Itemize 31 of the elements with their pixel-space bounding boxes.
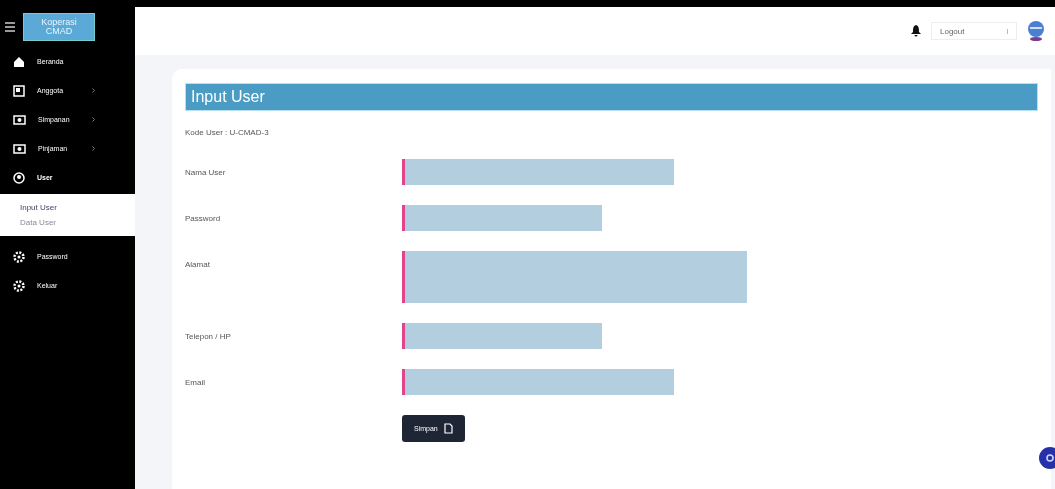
avatar-icon[interactable] — [1027, 20, 1045, 42]
user-dropdown[interactable]: Logout — [931, 22, 1017, 40]
field-label: Telepon / HP — [185, 331, 232, 341]
card-icon — [13, 84, 25, 97]
input-field[interactable] — [402, 369, 674, 395]
gear-icon — [13, 279, 25, 292]
field-label: Password — [185, 213, 222, 223]
home-icon — [13, 55, 25, 68]
submenu-item[interactable]: Data User — [0, 215, 135, 230]
input-field[interactable] — [402, 159, 674, 185]
field-label: Nama User — [185, 167, 227, 177]
menu-icon[interactable] — [5, 22, 15, 32]
chevron-icon — [92, 146, 95, 151]
user-icon — [13, 171, 25, 184]
user-code: Kode User : U-CMAD-3 — [185, 128, 270, 137]
caret-icon — [1007, 28, 1008, 34]
input-field[interactable] — [402, 205, 602, 231]
input-field[interactable] — [402, 251, 747, 303]
submenu-item[interactable]: Input User — [0, 200, 135, 215]
form-title: Input User — [185, 83, 1038, 111]
money-icon — [13, 142, 26, 155]
gear-icon — [13, 250, 25, 263]
money-icon — [13, 113, 26, 126]
input-field[interactable] — [402, 323, 602, 349]
chevron-icon — [92, 88, 95, 93]
file-icon — [443, 423, 453, 434]
field-label: Alamat — [185, 259, 211, 269]
chevron-icon — [92, 117, 95, 122]
field-label: Email — [185, 377, 206, 387]
gear-icon — [1046, 454, 1054, 462]
bell-icon[interactable] — [911, 25, 921, 37]
